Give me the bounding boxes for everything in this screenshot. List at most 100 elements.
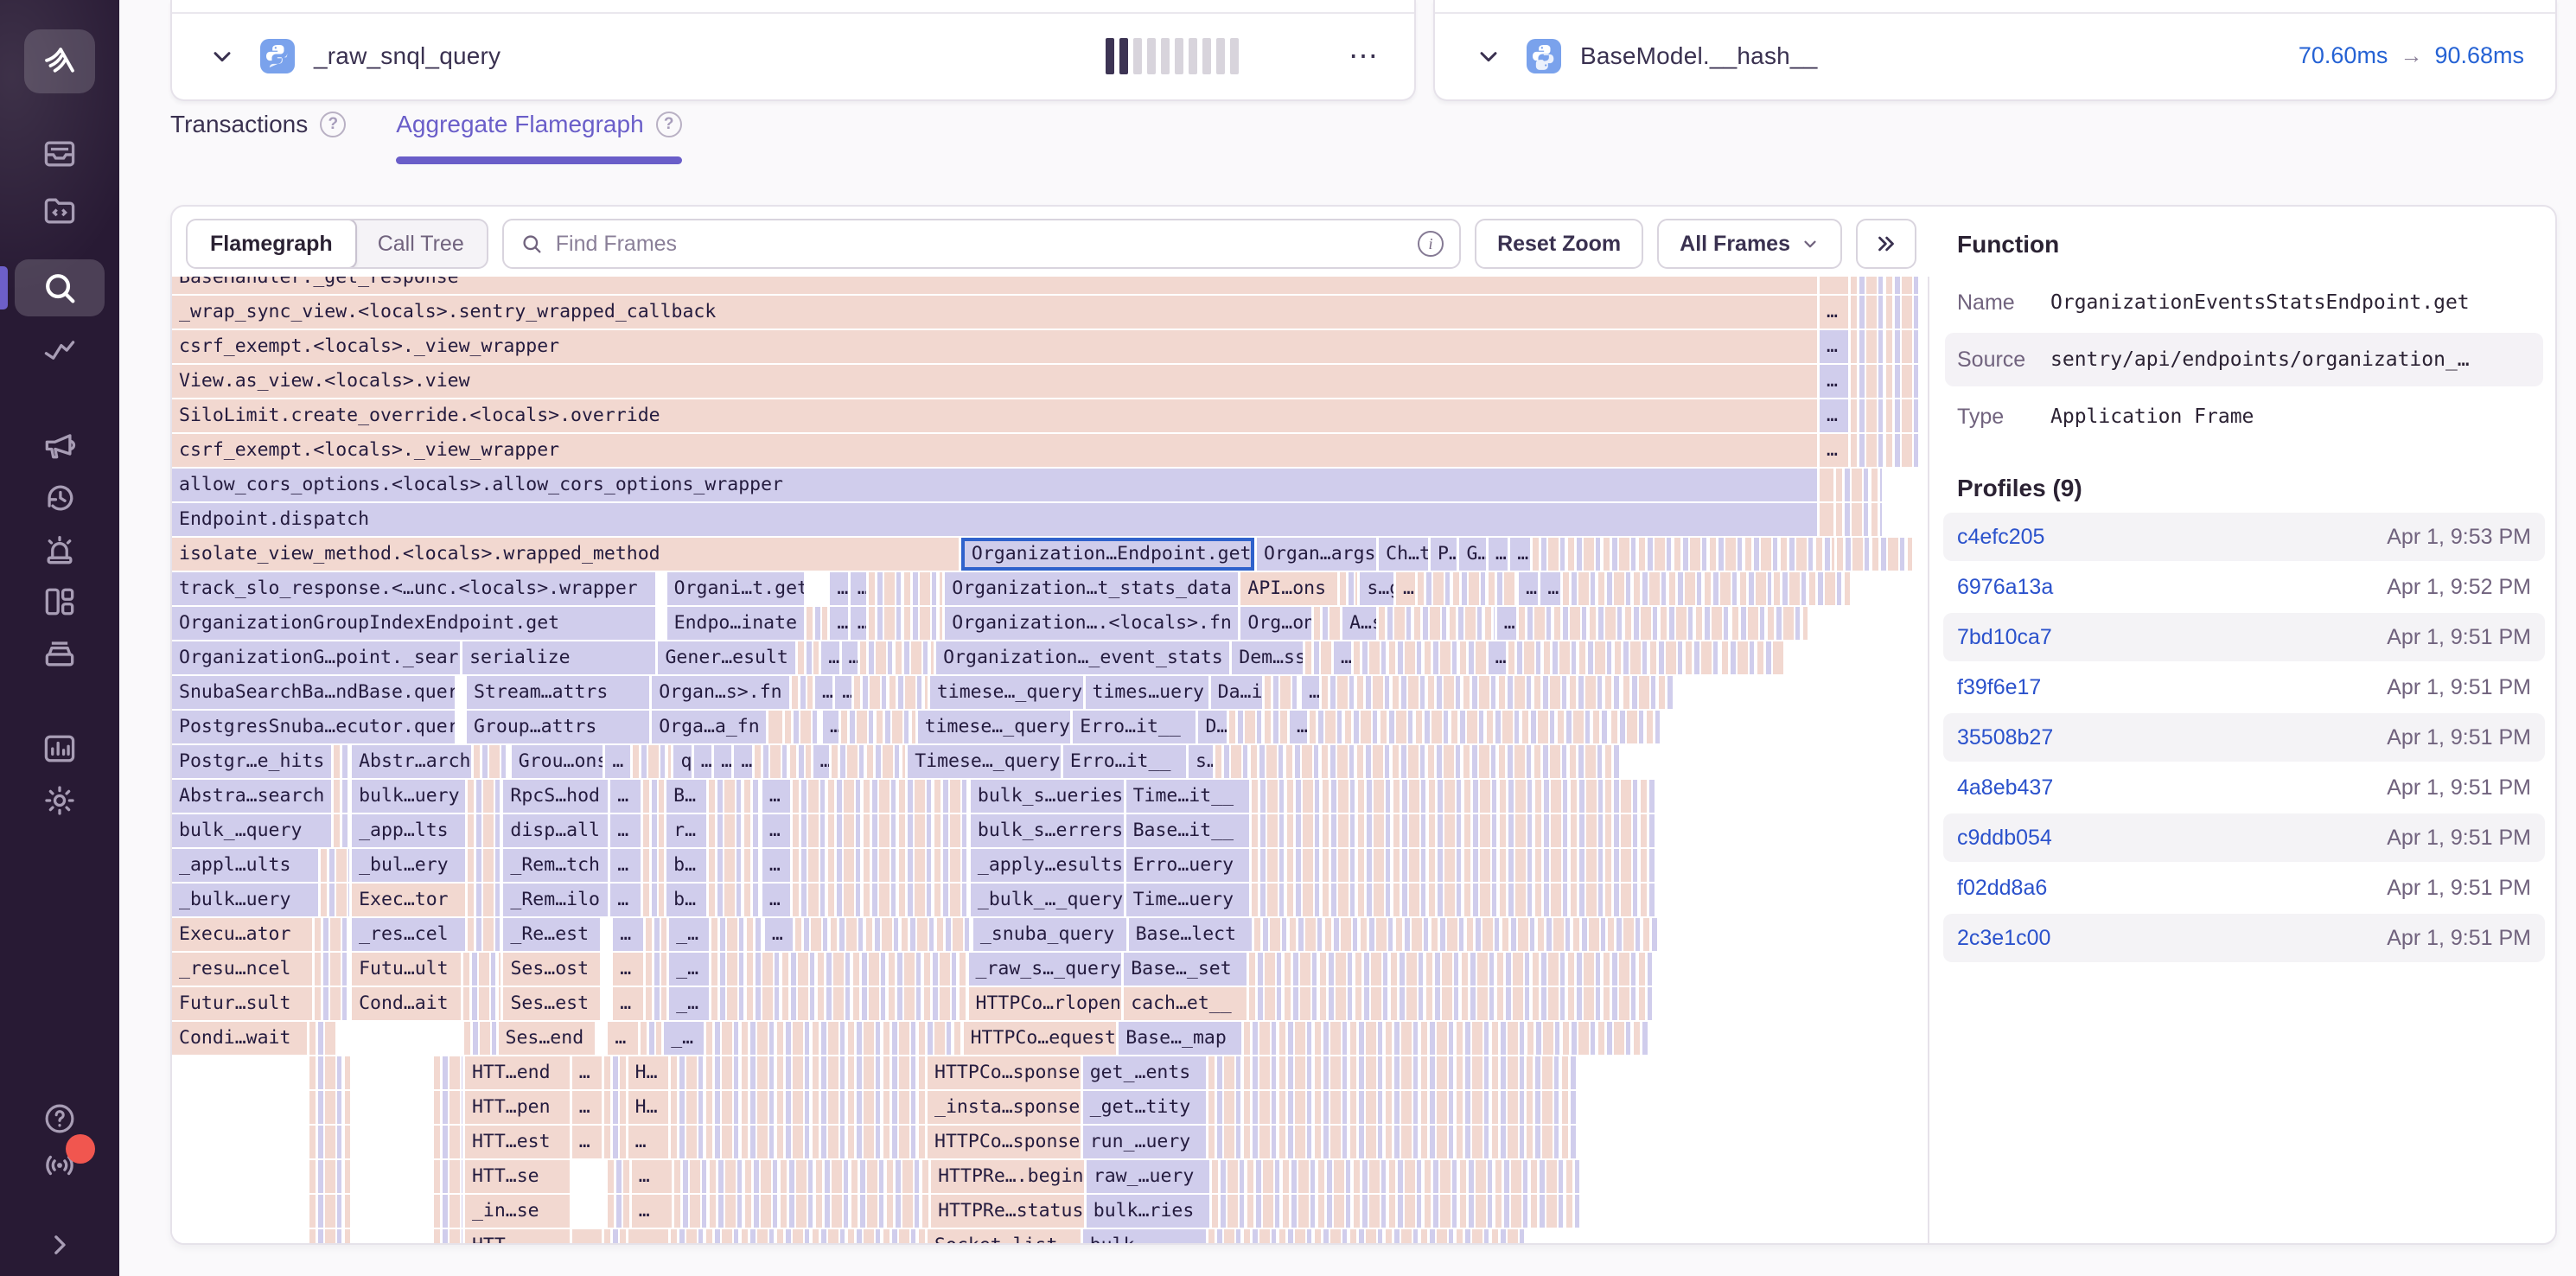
flame-frame[interactable]: Abstra…search — [172, 780, 331, 813]
flame-frame[interactable]: _raw_s…_query — [969, 953, 1122, 986]
flame-frame[interactable]: Socket…list — [928, 1229, 1081, 1243]
flame-frame[interactable]: Dem…ss — [1232, 641, 1302, 674]
flame-frame[interactable]: PostgresSnuba…ecutor.query — [172, 711, 455, 743]
flame-frame[interactable]: … — [572, 1091, 603, 1124]
sidebar-item-stats[interactable] — [0, 724, 119, 773]
call-tree-view-button[interactable]: Call Tree — [355, 220, 487, 267]
flame-frame[interactable]: bulk… — [1083, 1229, 1206, 1243]
duration-before[interactable]: 70.60ms — [2299, 42, 2388, 69]
flame-frame[interactable]: … — [734, 745, 751, 778]
flame-frame[interactable]: Endpoint.dispatch — [172, 503, 1817, 536]
reset-zoom-button[interactable]: Reset Zoom — [1475, 219, 1643, 269]
flame-frame[interactable]: … — [610, 780, 641, 813]
flame-frame[interactable]: cach…et__ — [1124, 987, 1247, 1020]
flame-frame[interactable]: _app…lts — [352, 814, 465, 847]
profile-link[interactable]: 35508b27 — [1957, 725, 2053, 750]
flame-frame[interactable]: Endpo…inate — [667, 607, 804, 640]
flame-frame[interactable]: csrf_exempt.<locals>._view_wrapper — [172, 330, 1817, 363]
sentry-logo[interactable] — [24, 29, 95, 93]
sidebar-item-settings[interactable] — [0, 776, 119, 825]
flame-frame[interactable]: HTTPRe….begin — [931, 1160, 1084, 1193]
profile-link[interactable]: 4a8eb437 — [1957, 775, 2053, 801]
flame-frame[interactable]: … — [632, 1160, 672, 1193]
flame-frame[interactable]: RpcS…hod — [503, 780, 608, 813]
flame-frame[interactable]: Group…attrs — [467, 711, 649, 743]
flame-frame[interactable]: Ses…end — [499, 1022, 596, 1055]
flame-frame[interactable]: … — [842, 641, 858, 674]
flame-frame[interactable]: bulk_…query — [172, 814, 331, 847]
flame-frame[interactable]: disp…all — [503, 814, 608, 847]
flame-frame[interactable]: track_slo_response.<…unc.<locals>.wrappe… — [172, 572, 655, 605]
flame-frame[interactable]: _Rem…ilo — [503, 884, 608, 916]
flame-frame[interactable]: … — [1497, 607, 1516, 640]
flame-frame[interactable]: serialize — [462, 641, 655, 674]
flame-frame[interactable]: D… — [1198, 711, 1226, 743]
profile-link[interactable]: c4efc205 — [1957, 525, 2044, 550]
flame-frame[interactable]: … — [1540, 572, 1559, 605]
flame-frame[interactable]: … — [572, 1056, 603, 1089]
flame-frame[interactable]: … — [605, 745, 629, 778]
flame-frame[interactable]: Execu…ator — [172, 918, 312, 951]
flame-frame[interactable]: _bulk_…_query — [971, 884, 1124, 916]
flame-frame[interactable]: _… — [669, 953, 709, 986]
sidebar-item-feedback[interactable] — [0, 420, 119, 469]
flame-frame[interactable]: Timese…_query — [908, 745, 1061, 778]
flame-frame[interactable]: csrf_exempt.<locals>._view_wrapper — [172, 434, 1817, 467]
flame-frame[interactable]: Base…it__ — [1126, 814, 1249, 847]
flame-frame[interactable]: _apply…esults — [971, 849, 1124, 882]
flame-frame[interactable]: Organization….<locals>.fn — [945, 607, 1238, 640]
flame-frame[interactable]: API…ons — [1240, 572, 1337, 605]
flame-frame[interactable]: … — [1396, 572, 1415, 605]
flame-frame[interactable]: Orga…a_fn — [652, 711, 766, 743]
flame-frame[interactable]: … — [714, 745, 731, 778]
flame-frame[interactable]: H… — [628, 1056, 668, 1089]
flamegraph-view-button[interactable]: Flamegraph — [186, 219, 357, 269]
flame-frame[interactable]: … — [823, 711, 838, 743]
tab-transactions[interactable]: Transactions ? — [170, 111, 346, 164]
flame-frame[interactable]: Organization…_event_stats — [936, 641, 1229, 674]
duration-after[interactable]: 90.68ms — [2434, 42, 2524, 69]
flame-frame[interactable]: … — [613, 918, 643, 951]
sidebar-item-releases[interactable] — [0, 629, 119, 678]
expand-panel-button[interactable] — [1856, 219, 1916, 269]
flame-frame[interactable]: B… — [666, 780, 706, 813]
flame-frame-selected[interactable]: Organization…Endpoint.get — [961, 538, 1254, 571]
flame-frame[interactable]: bulk…ries — [1087, 1195, 1209, 1228]
flame-frame[interactable]: _… — [669, 987, 709, 1020]
profile-link[interactable]: c9ddb054 — [1957, 826, 2052, 851]
flame-frame[interactable]: Time…it__ — [1126, 780, 1249, 813]
sidebar-item-whats-new[interactable] — [0, 1141, 119, 1190]
flame-frame[interactable]: _appl…ults — [172, 849, 318, 882]
flame-frame[interactable]: … — [762, 884, 790, 916]
flame-frame[interactable]: OrganizationGroupIndexEndpoint.get — [172, 607, 655, 640]
flame-frame[interactable]: Erro…it__ — [1073, 711, 1196, 743]
flame-frame[interactable]: … — [572, 1126, 603, 1158]
flame-frame[interactable]: _bul…ery — [352, 849, 465, 882]
flame-frame[interactable]: … — [1510, 538, 1529, 571]
flame-frame[interactable]: … — [613, 987, 643, 1020]
flame-frame[interactable]: timese…_query — [930, 676, 1083, 709]
flame-frame[interactable]: BaseHandler._get_response — [172, 277, 1817, 294]
flame-frame[interactable]: run_…uery — [1083, 1126, 1206, 1158]
flame-frame[interactable]: … — [815, 676, 832, 709]
flame-frame[interactable]: … — [613, 953, 643, 986]
flame-frame[interactable]: _resu…ncel — [172, 953, 312, 986]
flame-frame[interactable]: … — [762, 814, 790, 847]
sidebar-item-projects[interactable] — [0, 187, 119, 235]
flame-frame[interactable]: r… — [666, 814, 706, 847]
flame-frame[interactable]: Organi…t.get — [667, 572, 804, 605]
flame-frame[interactable]: … — [765, 918, 793, 951]
flame-frame[interactable]: Cond…ait — [352, 987, 461, 1020]
flame-frame[interactable]: _snuba_query — [973, 918, 1126, 951]
flame-frame[interactable]: _bulk…uery — [172, 884, 318, 916]
frames-filter-dropdown[interactable]: All Frames — [1657, 219, 1842, 269]
flame-frame[interactable]: _… — [669, 918, 709, 951]
flame-frame[interactable]: … — [851, 572, 866, 605]
flame-frame[interactable]: bulk_s…errers — [971, 814, 1124, 847]
flame-frame[interactable]: get_…ents — [1083, 1056, 1206, 1089]
flame-frame[interactable]: _Rem…tch — [503, 849, 608, 882]
flame-frame[interactable]: … — [610, 814, 641, 847]
flame-frame[interactable]: _get…tity — [1083, 1091, 1206, 1124]
flame-frame[interactable]: Postgr…e_hits — [172, 745, 331, 778]
flame-frame[interactable]: … — [851, 607, 866, 640]
